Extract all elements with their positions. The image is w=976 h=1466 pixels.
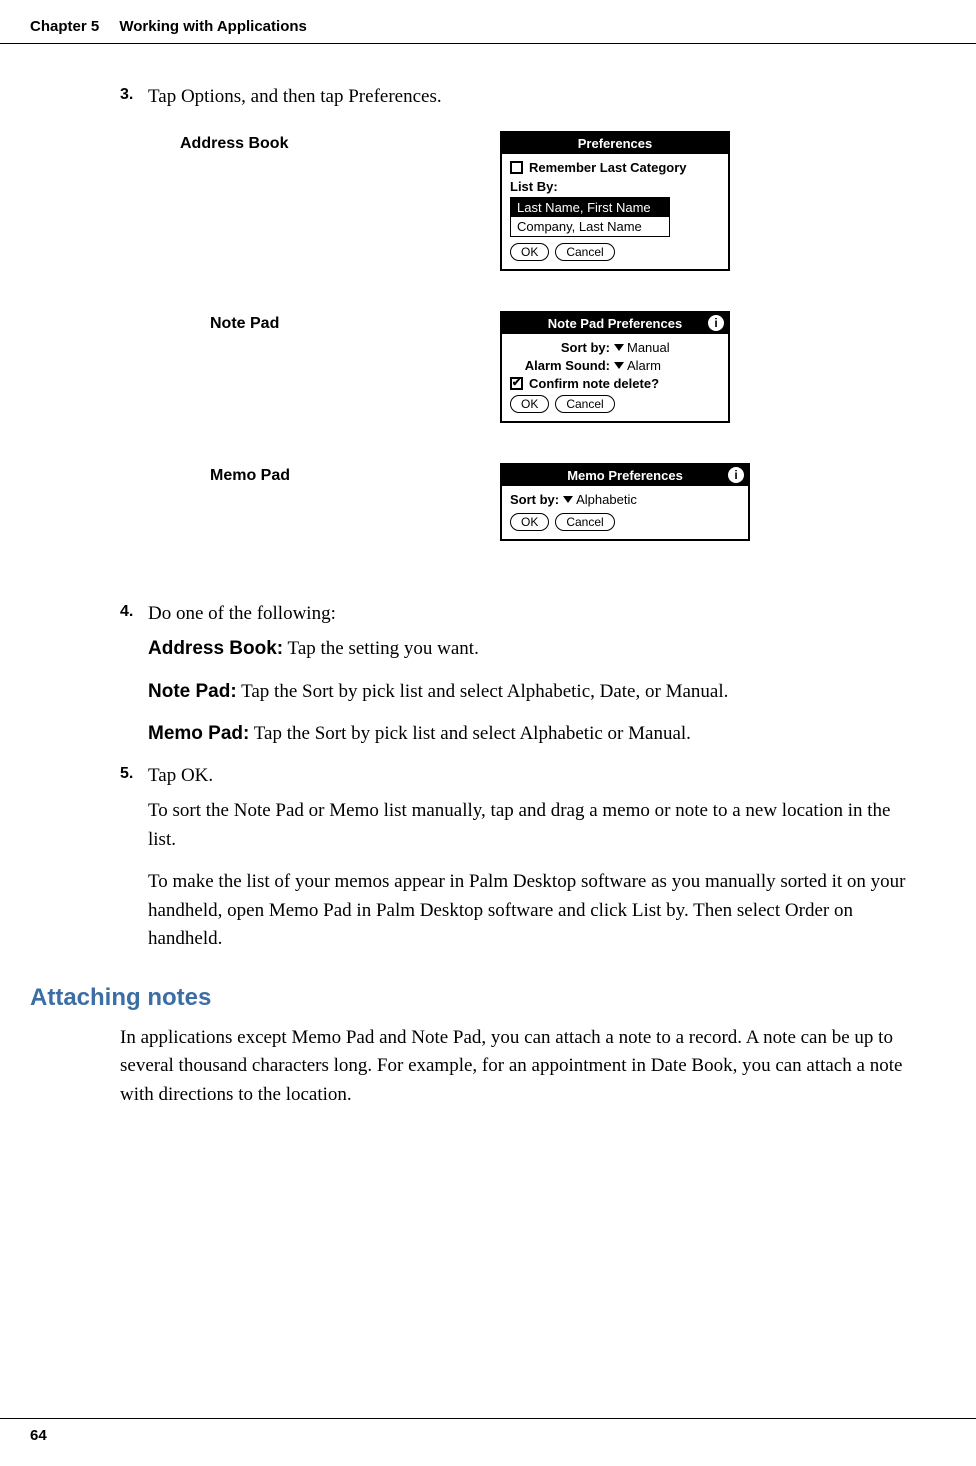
figure-memo-pad: Memo Pad Memo Preferences i Sort by: Alp…: [120, 463, 906, 541]
info-icon[interactable]: i: [708, 315, 724, 331]
step-text: Tap Options, and then tap Preferences.: [148, 84, 442, 111]
memopad-preferences-window: Memo Preferences i Sort by: Alphabetic O…: [500, 463, 750, 541]
sort-by-value: Alphabetic: [576, 492, 637, 507]
step-4-memopad: Memo Pad: Tap the Sort by pick list and …: [148, 720, 906, 749]
step-4-notepad: Note Pad: Tap the Sort by pick list and …: [148, 678, 906, 707]
chapter-title: Working with Applications: [119, 18, 307, 35]
text: Tap the setting you want.: [283, 638, 479, 659]
step-number: 3.: [120, 84, 148, 111]
checkbox-icon[interactable]: [510, 161, 523, 174]
remember-label: Remember Last Category: [529, 160, 687, 175]
notepad-preferences-window: Note Pad Preferences i Sort by: Manual A…: [500, 311, 730, 423]
step-3: 3. Tap Options, and then tap Preferences…: [120, 84, 906, 111]
option-company-lastname[interactable]: Company, Last Name: [511, 217, 669, 236]
confirm-label: Confirm note delete?: [529, 376, 659, 391]
step-4: 4. Do one of the following:: [120, 601, 906, 628]
cancel-button[interactable]: Cancel: [555, 513, 614, 531]
alarm-sound-row[interactable]: Alarm Sound: Alarm: [510, 358, 720, 373]
step-5: 5. Tap OK.: [120, 763, 906, 790]
figure-caption: Note Pad: [120, 311, 500, 333]
title-text: Note Pad Preferences: [548, 316, 682, 331]
ok-button[interactable]: OK: [510, 395, 549, 413]
sort-by-row[interactable]: Sort by: Alphabetic: [510, 492, 740, 507]
alarm-sound-value: Alarm: [627, 358, 661, 373]
figure-caption: Address Book: [120, 131, 500, 153]
figure-caption: Memo Pad: [120, 463, 500, 485]
ok-button[interactable]: OK: [510, 513, 549, 531]
chapter-label: Chapter 5: [30, 18, 99, 35]
sort-by-label: Sort by:: [510, 492, 559, 507]
step-4-address: Address Book: Tap the setting you want.: [148, 635, 906, 664]
figure-note-pad: Note Pad Note Pad Preferences i Sort by:…: [120, 311, 906, 423]
label: Memo Pad:: [148, 723, 249, 744]
page-number: 64: [30, 1427, 47, 1444]
list-by-label: List By:: [510, 179, 720, 194]
cancel-button[interactable]: Cancel: [555, 395, 614, 413]
page-footer: 64: [0, 1418, 976, 1444]
dropdown-icon[interactable]: [563, 496, 573, 503]
sort-by-label: Sort by:: [510, 340, 610, 355]
step-5-para2: To make the list of your memos appear in…: [148, 868, 906, 954]
option-lastname-firstname[interactable]: Last Name, First Name: [511, 198, 669, 217]
dropdown-icon[interactable]: [614, 344, 624, 351]
address-preferences-window: Preferences Remember Last Category List …: [500, 131, 730, 271]
step-number: 5.: [120, 763, 148, 790]
window-title: Preferences: [502, 133, 728, 154]
list-by-options[interactable]: Last Name, First Name Company, Last Name: [510, 197, 670, 237]
sort-by-value: Manual: [627, 340, 670, 355]
step-text: Do one of the following:: [148, 601, 336, 628]
section-heading-attaching-notes: Attaching notes: [0, 984, 906, 1012]
info-icon[interactable]: i: [728, 467, 744, 483]
title-text: Memo Preferences: [567, 468, 683, 483]
page-content: 3. Tap Options, and then tap Preferences…: [0, 44, 976, 1109]
sort-by-row[interactable]: Sort by: Manual: [510, 340, 720, 355]
figure-address-book: Address Book Preferences Remember Last C…: [120, 131, 906, 271]
dropdown-icon[interactable]: [614, 362, 624, 369]
step-number: 4.: [120, 601, 148, 628]
step-5-para1: To sort the Note Pad or Memo list manual…: [148, 797, 906, 854]
page-header: Chapter 5 Working with Applications: [0, 0, 976, 44]
section-paragraph: In applications except Memo Pad and Note…: [120, 1024, 906, 1110]
step-text: Tap OK.: [148, 763, 213, 790]
text: Tap the Sort by pick list and select Alp…: [237, 681, 729, 702]
label: Note Pad:: [148, 681, 237, 702]
text: Tap the Sort by pick list and select Alp…: [249, 723, 691, 744]
cancel-button[interactable]: Cancel: [555, 243, 614, 261]
window-title: Memo Preferences i: [502, 465, 748, 486]
ok-button[interactable]: OK: [510, 243, 549, 261]
confirm-delete-row[interactable]: ✔ Confirm note delete?: [510, 376, 720, 391]
label: Address Book:: [148, 638, 283, 659]
checkbox-icon[interactable]: ✔: [510, 377, 523, 390]
remember-last-category-row[interactable]: Remember Last Category: [510, 160, 720, 175]
window-title: Note Pad Preferences i: [502, 313, 728, 334]
alarm-sound-label: Alarm Sound:: [510, 358, 610, 373]
